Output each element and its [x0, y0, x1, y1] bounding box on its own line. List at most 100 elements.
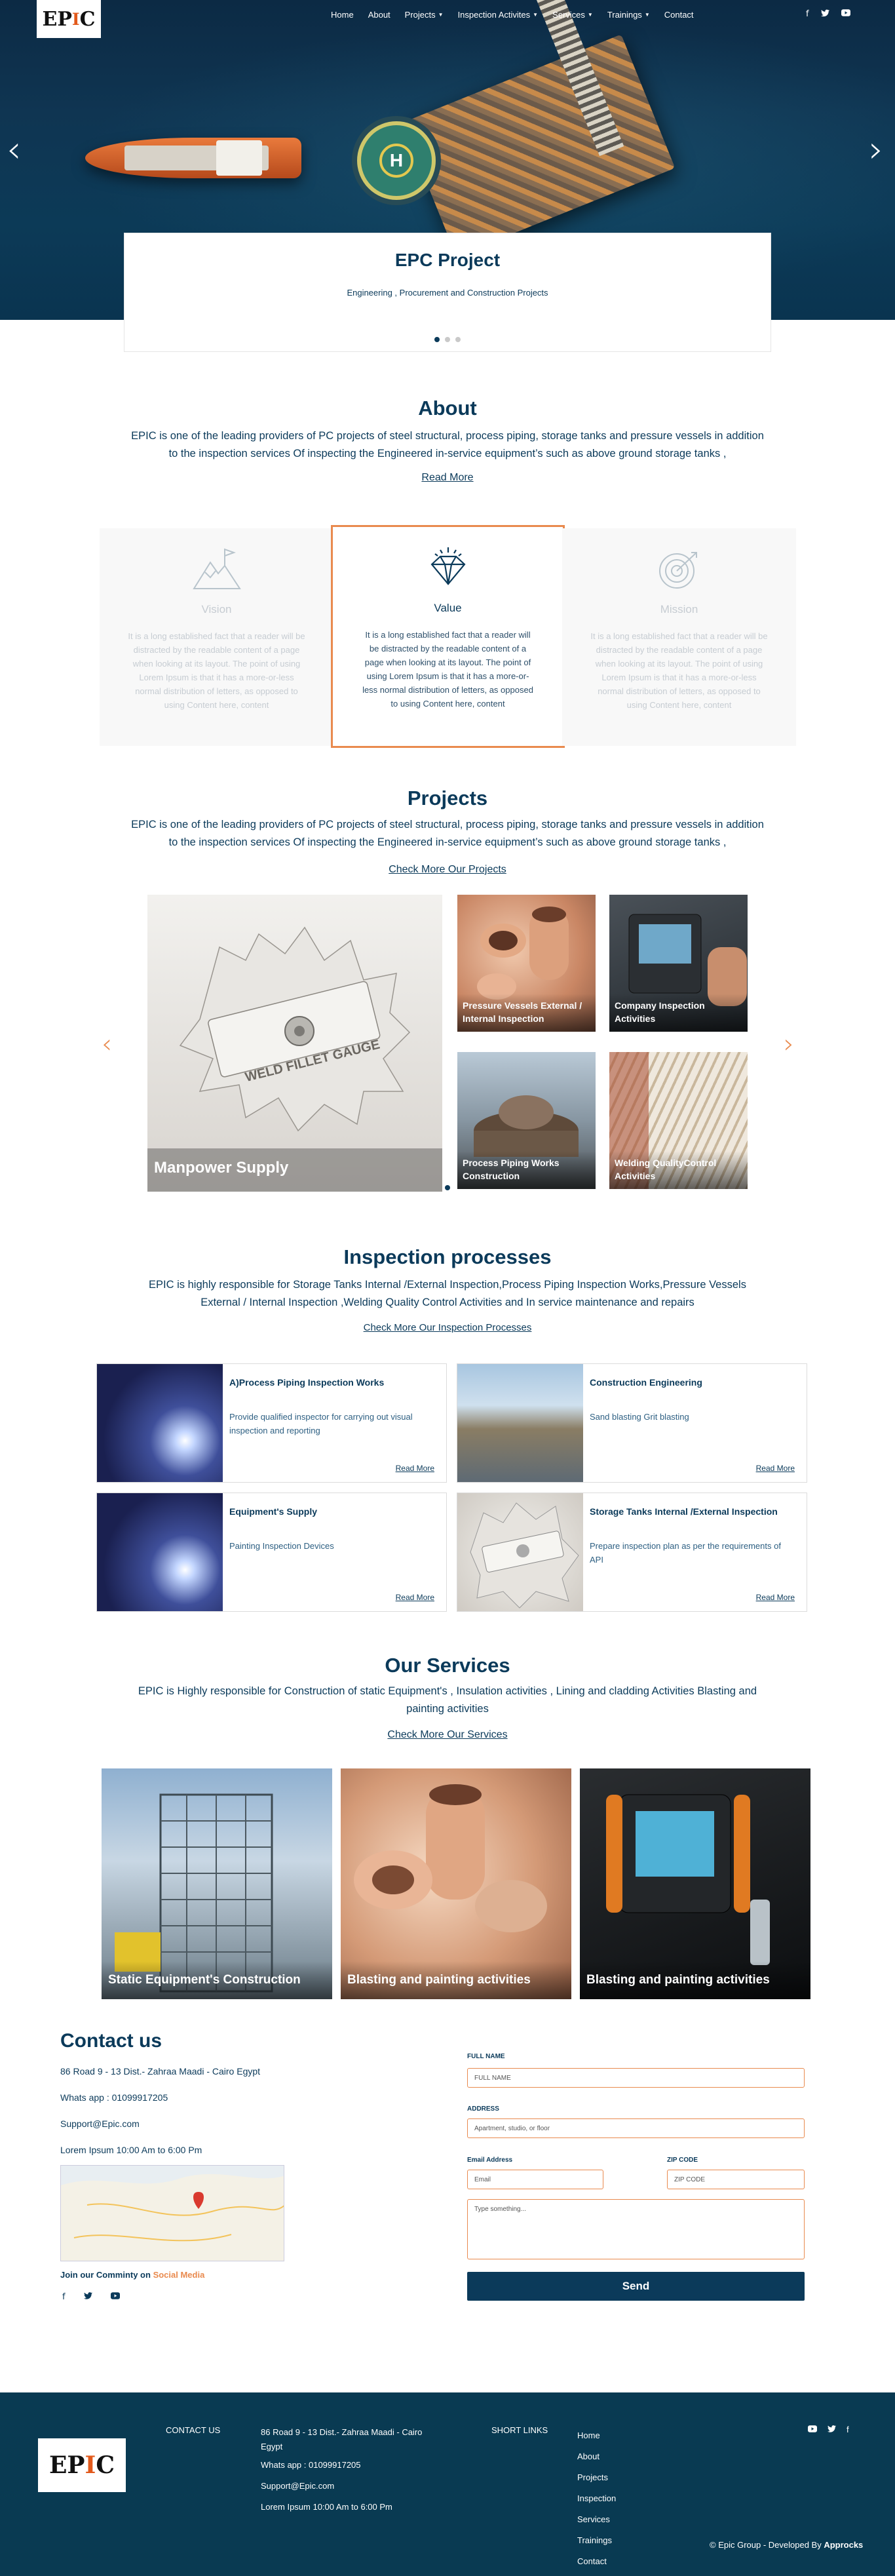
developer-name[interactable]: Approcks — [824, 2540, 863, 2550]
nav-label: About — [368, 10, 390, 20]
site-footer: EP I C CONTACT US 86 Road 9 - 13 Dist.- Za… — [0, 2392, 895, 2576]
project-big-label: Manpower Supply — [147, 1148, 442, 1192]
hero-dots — [124, 337, 771, 342]
footer-link-trainings[interactable]: Trainings — [577, 2530, 616, 2551]
facebook-icon[interactable]: f — [62, 2292, 66, 2302]
value-card[interactable]: Value It is a long established fact that… — [331, 525, 565, 748]
nav-label: Projects — [404, 10, 436, 20]
nav-item-projects[interactable]: Projects ▼ — [405, 10, 444, 20]
inspection-text: EPIC is highly responsible for Storage T… — [149, 1279, 746, 1308]
nav-label: Services — [552, 10, 585, 20]
projects-next-arrow[interactable]: › — [784, 1029, 794, 1059]
nav-label: Inspection Activites — [457, 10, 531, 20]
name-input[interactable]: FULL NAME — [467, 2068, 805, 2088]
helipad-image: H — [357, 121, 436, 200]
email-input[interactable]: Email — [467, 2170, 603, 2189]
contact-whatsapp[interactable]: Whats app : 01099917205 — [60, 2092, 168, 2103]
inspection-card-tanks[interactable]: Storage Tanks Internal /External Inspect… — [457, 1493, 807, 1612]
name-label: FULL NAME — [467, 2053, 505, 2060]
facebook-icon[interactable]: f — [806, 9, 809, 20]
project-tile-company[interactable]: Company Inspection Activities — [609, 895, 748, 1032]
tile-label-welding: Welding QualityControl Activities — [609, 1151, 748, 1189]
inspection-card-title: Construction Engineering — [590, 1377, 702, 1388]
service-card-static[interactable]: Static Equipment's Construction — [102, 1768, 332, 1999]
join-text: Join our Comminty on — [60, 2270, 153, 2280]
logo-text-2: C — [79, 7, 96, 31]
youtube-icon[interactable] — [841, 9, 850, 20]
footer-logo-accent: I — [85, 2451, 96, 2479]
location-map[interactable] — [60, 2165, 284, 2261]
read-more-link[interactable]: Read More — [396, 1464, 434, 1473]
footer-links: Home About Projects Inspection Services Train… — [577, 2425, 616, 2572]
project-card-manpower[interactable]: WELD FILLET GAUGE Manpower Supply — [147, 895, 442, 1192]
project-tile-piping[interactable]: Process Piping Works Construction — [457, 1052, 596, 1189]
service-label-blasting-1: Blasting and painting activities — [341, 1961, 571, 1999]
nav-item-inspection-activites[interactable]: Inspection Activites ▼ — [458, 10, 538, 20]
nav-item-about[interactable]: About — [368, 10, 390, 20]
inspection-card-piping[interactable]: A)Process Piping Inspection Works Provid… — [96, 1363, 447, 1483]
service-card-blasting-1[interactable]: Blasting and painting activities — [341, 1768, 571, 1999]
nav-item-contact[interactable]: Contact — [664, 10, 694, 20]
service-card-blasting-2[interactable]: Blasting and painting activities — [580, 1768, 810, 1999]
read-more-link[interactable]: Read More — [396, 1593, 434, 1602]
services-title: Our Services — [385, 1654, 510, 1677]
twitter-icon[interactable] — [83, 2292, 92, 2302]
read-more-link[interactable]: Read More — [756, 1593, 795, 1602]
mountain-flag-icon — [187, 543, 246, 595]
about-read-more[interactable]: Read More — [0, 472, 895, 484]
footer-link-projects[interactable]: Projects — [577, 2467, 616, 2488]
footer-link-services[interactable]: Services — [577, 2509, 616, 2530]
projects-dot[interactable] — [445, 1185, 450, 1190]
hero-next-arrow[interactable]: › — [869, 128, 883, 171]
twitter-icon[interactable] — [828, 2425, 836, 2434]
youtube-icon[interactable] — [808, 2425, 817, 2434]
services-link[interactable]: Check More Our Services — [0, 1729, 895, 1741]
nav-label: Home — [331, 10, 354, 20]
youtube-icon[interactable] — [110, 2292, 120, 2302]
chevron-down-icon: ▼ — [644, 12, 650, 18]
projects-link[interactable]: Check More Our Projects — [0, 864, 895, 876]
vision-card[interactable]: Vision It is a long established fact tha… — [100, 528, 333, 746]
footer-link-home[interactable]: Home — [577, 2425, 616, 2446]
read-more-link[interactable]: Read More — [756, 1464, 795, 1473]
copyright-text: © Epic Group - Developed By — [710, 2540, 824, 2550]
footer-link-inspection[interactable]: Inspection — [577, 2488, 616, 2509]
address-input[interactable]: Apartment, studio, or floor — [467, 2118, 805, 2138]
message-textarea[interactable]: Type something... — [467, 2199, 805, 2259]
footer-logo[interactable]: EP I C — [38, 2438, 126, 2492]
mission-card[interactable]: Mission It is a long established fact th… — [562, 528, 796, 746]
projects-prev-arrow[interactable]: ‹ — [102, 1029, 112, 1059]
vision-title: Vision — [201, 603, 232, 615]
footer-whatsapp[interactable]: Whats app : 01099917205 — [261, 2460, 361, 2470]
nav-item-services[interactable]: Services ▼ — [552, 10, 593, 20]
footer-link-about[interactable]: About — [577, 2446, 616, 2467]
hero-prev-arrow[interactable]: ‹ — [7, 128, 21, 171]
footer-copyright: © Epic Group - Developed By Approcks — [710, 2540, 863, 2550]
logo-accent: I — [71, 9, 80, 29]
inspection-card-equipment[interactable]: Equipment's Supply Painting Inspection D… — [96, 1493, 447, 1612]
inspection-card-text: Painting Inspection Devices — [229, 1541, 334, 1551]
site-logo[interactable]: EP I C — [37, 0, 101, 38]
footer-email[interactable]: Support@Epic.com — [261, 2481, 334, 2491]
send-button[interactable]: Send — [467, 2272, 805, 2301]
about-text: EPIC is one of the leading providers of … — [131, 430, 764, 459]
contact-title: Contact us — [60, 2030, 162, 2052]
hero-dot-2[interactable] — [445, 337, 450, 342]
nav-item-trainings[interactable]: Trainings ▼ — [607, 10, 650, 20]
contact-email[interactable]: Support@Epic.com — [60, 2118, 140, 2129]
mission-text: It is a long established fact that a rea… — [590, 631, 768, 710]
inspection-link[interactable]: Check More Our Inspection Processes — [0, 1322, 895, 1333]
project-tile-pressure[interactable]: Pressure Vessels External / Internal Ins… — [457, 895, 596, 1032]
facebook-icon[interactable]: f — [847, 2425, 849, 2434]
vision-text: It is a long established fact that a rea… — [128, 631, 305, 710]
inspection-card-construction[interactable]: Construction Engineering Sand blasting G… — [457, 1363, 807, 1483]
hero-dot-3[interactable] — [455, 337, 461, 342]
footer-link-contact[interactable]: Contact — [577, 2551, 616, 2572]
project-tile-welding[interactable]: Welding QualityControl Activities — [609, 1052, 748, 1189]
twitter-icon[interactable] — [820, 9, 829, 20]
nav-item-home[interactable]: Home — [331, 10, 354, 20]
hero-dot-1[interactable] — [434, 337, 440, 342]
zip-input[interactable]: ZIP CODE — [667, 2170, 805, 2189]
projects-text: EPIC is one of the leading providers of … — [131, 819, 764, 848]
nav-label: Trainings — [607, 10, 642, 20]
